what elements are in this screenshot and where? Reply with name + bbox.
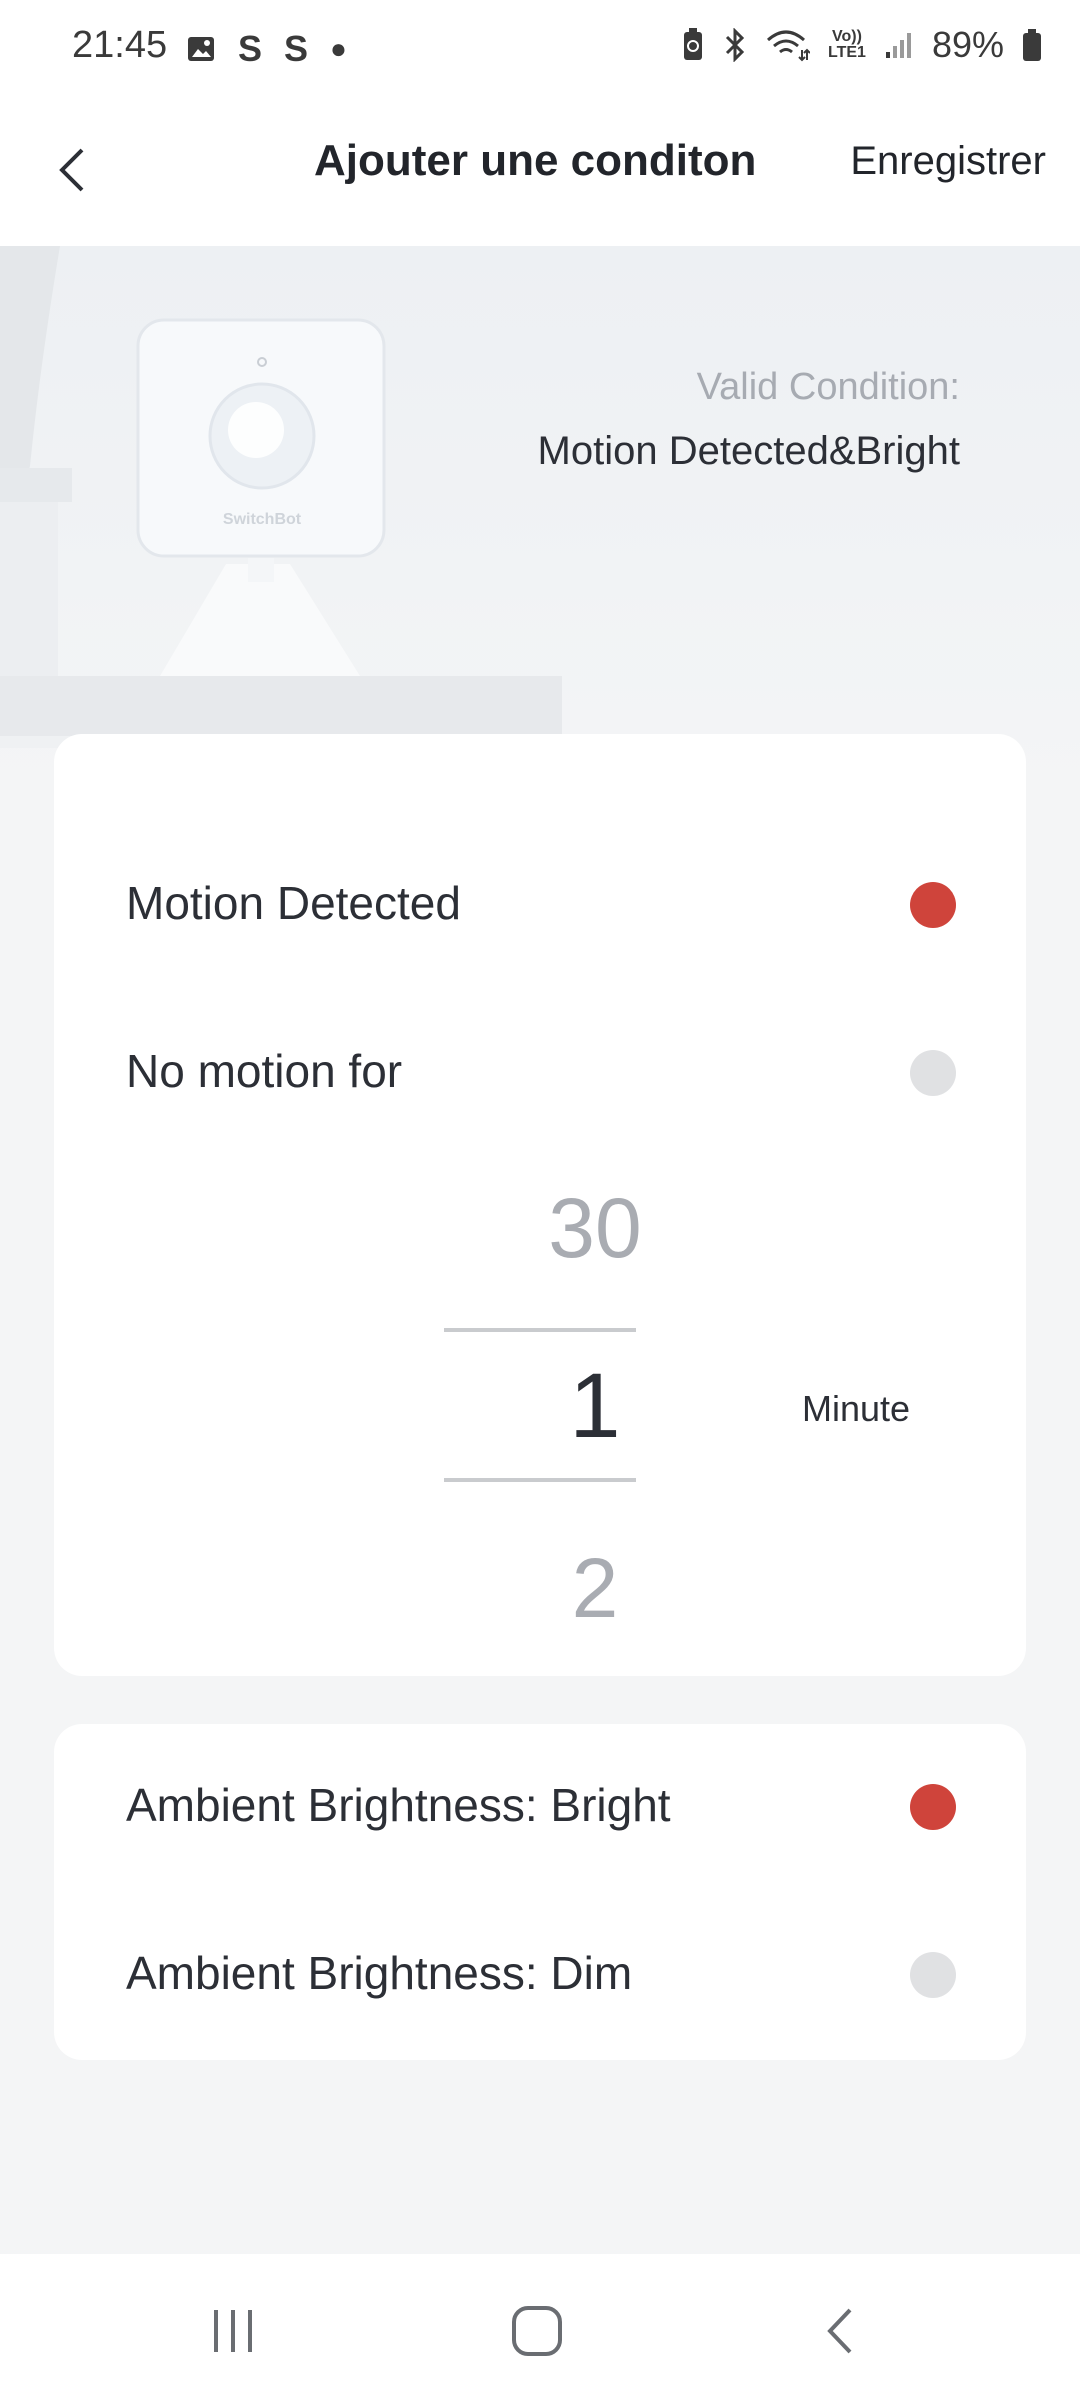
option-bright[interactable]: Ambient Brightness: Bright xyxy=(54,1746,1026,1866)
picker-next-value[interactable]: 2 xyxy=(490,1540,700,1637)
picker-divider xyxy=(444,1328,636,1332)
s-app-icon: S xyxy=(238,28,263,69)
brightness-condition-card: Ambient Brightness: Bright Ambient Brigh… xyxy=(54,1724,1026,2060)
valid-condition-value: Motion Detected&Bright xyxy=(537,429,960,473)
battery-percent: 89% xyxy=(931,24,1004,65)
valid-condition-label: Valid Condition: xyxy=(696,366,960,408)
wifi-icon xyxy=(767,30,810,62)
recents-button[interactable] xyxy=(194,2296,274,2366)
picker-divider xyxy=(444,1478,636,1482)
volte-icon: Vo)) LTE1 xyxy=(828,28,866,61)
option-label: Motion Detected xyxy=(126,877,461,929)
page-title: Ajouter une conditon xyxy=(314,136,757,185)
radio-selected[interactable] xyxy=(910,1784,956,1830)
option-label: No motion for xyxy=(126,1045,403,1097)
motion-condition-card: Motion Detected No motion for 30 1 2 Min… xyxy=(54,734,1026,1676)
picker-prev-value[interactable]: 30 xyxy=(490,1180,700,1277)
battery-saver-icon xyxy=(684,28,702,60)
option-motion-detected[interactable]: Motion Detected xyxy=(54,844,1026,964)
app-header: Ajouter une conditon Enregistrer xyxy=(0,96,1080,246)
image-icon xyxy=(188,37,214,61)
picker-current-value[interactable]: 1 xyxy=(490,1354,700,1459)
option-no-motion[interactable]: No motion for xyxy=(54,1012,1026,1132)
home-icon xyxy=(512,2306,562,2356)
system-nav-bar xyxy=(0,2254,1080,2400)
bluetooth-icon xyxy=(725,28,745,62)
back-icon xyxy=(827,2308,852,2354)
dot-icon: ● xyxy=(330,33,347,64)
device-brand-label: SwitchBot xyxy=(223,511,302,528)
nav-back-button[interactable] xyxy=(800,2296,880,2366)
save-button[interactable]: Enregistrer xyxy=(850,139,1046,184)
radio-selected[interactable] xyxy=(910,882,956,928)
radio-unselected[interactable] xyxy=(910,1050,956,1096)
option-dim[interactable]: Ambient Brightness: Dim xyxy=(54,1914,1026,2034)
s-app-icon: S xyxy=(284,28,309,69)
chevron-left-icon xyxy=(59,148,84,192)
option-label: Ambient Brightness: Dim xyxy=(126,1947,633,1999)
home-button[interactable] xyxy=(497,2296,577,2366)
status-time: 21:45 xyxy=(72,24,168,66)
recents-icon xyxy=(214,2310,252,2352)
battery-icon xyxy=(1023,29,1041,61)
picker-unit: Minute xyxy=(802,1388,911,1429)
back-button[interactable] xyxy=(44,134,104,204)
radio-unselected[interactable] xyxy=(910,1952,956,1998)
option-label: Ambient Brightness: Bright xyxy=(126,1779,671,1831)
status-bar: 21:45 S S ● Vo)) LTE1 89% xyxy=(0,0,1080,96)
notification-icons: S S ● xyxy=(186,28,347,70)
signal-icon xyxy=(885,33,911,58)
system-icons: Vo)) LTE1 89% xyxy=(682,24,1042,66)
hero-banner: SwitchBot Valid Condition: Motion Detect… xyxy=(0,246,1080,796)
motion-sensor-illustration: SwitchBot xyxy=(0,246,562,748)
